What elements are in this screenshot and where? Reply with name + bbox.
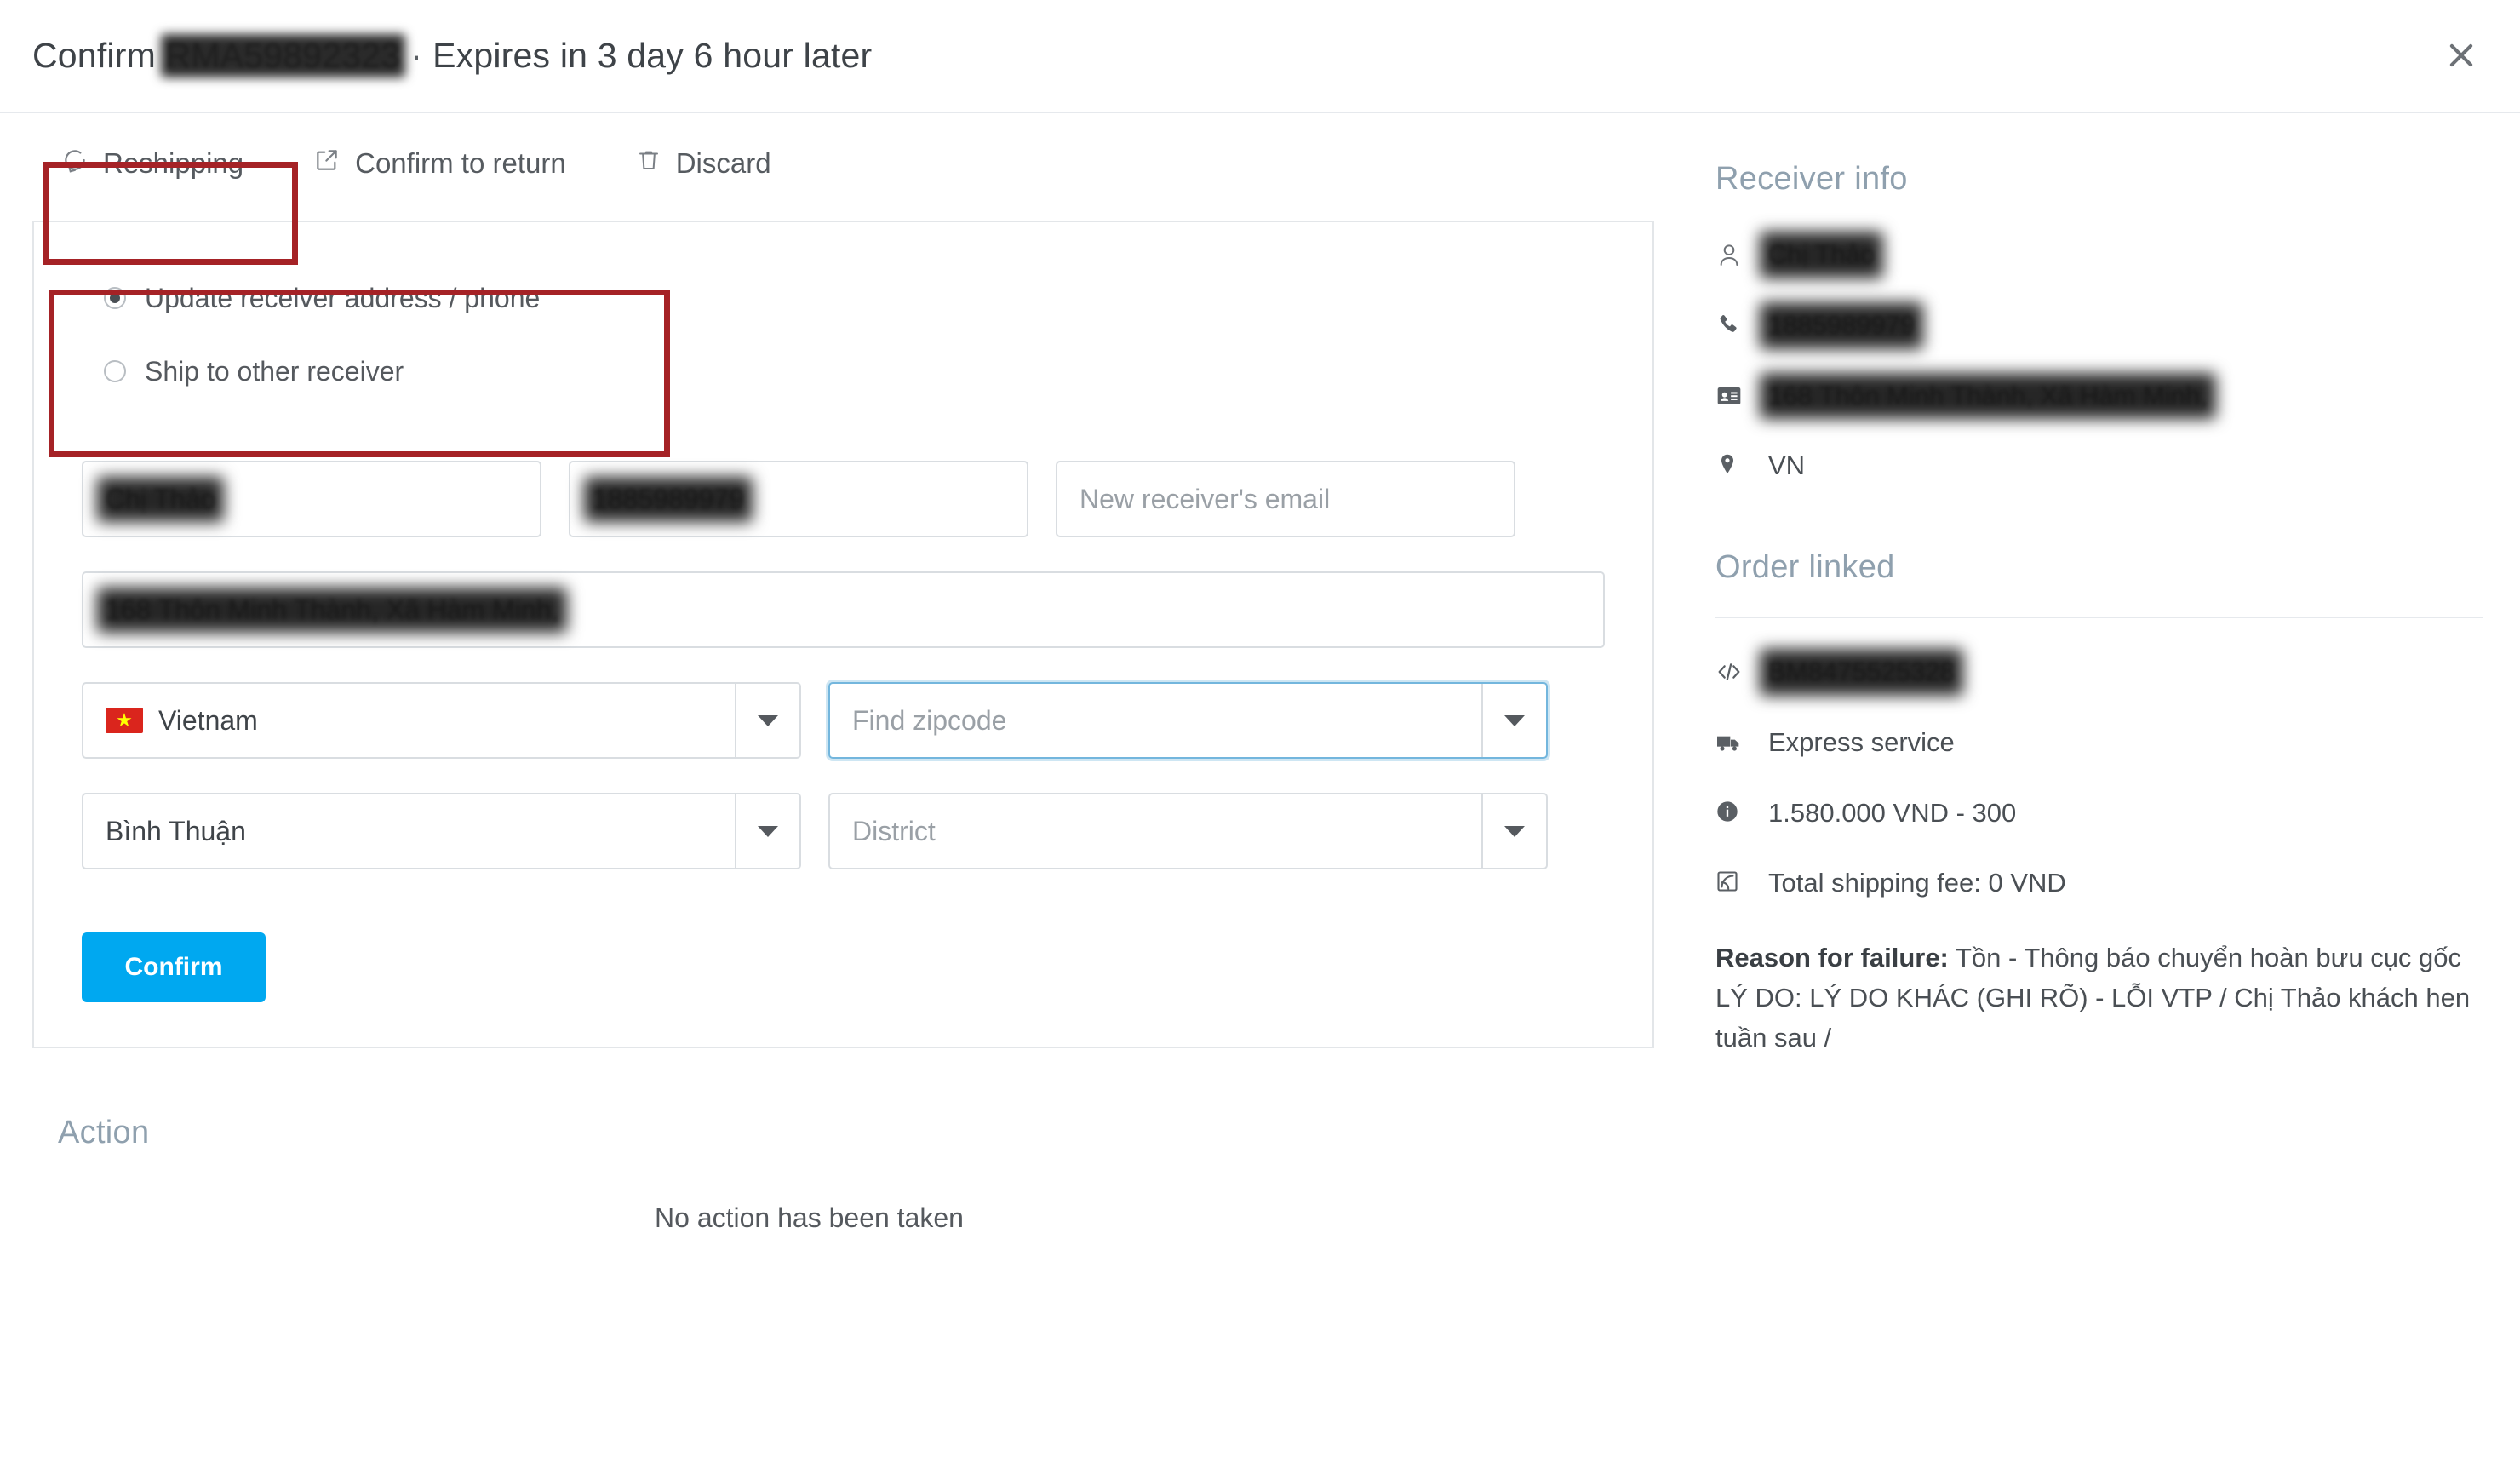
address-input[interactable]: 168 Thôn Minh Thành, Xã Hàm Minh,: [82, 571, 1605, 648]
order-linked-amount-row: 1.580.000 VND - 300: [1715, 797, 2483, 830]
form-row-country-zipcode: ★ Vietnam Find zipcode: [82, 682, 1605, 759]
modal-body: Reshipping Confirm to return Discard Upd…: [0, 113, 2520, 1234]
radio-label: Ship to other receiver: [145, 355, 404, 387]
receiver-info-name-row: Chị Thảo: [1715, 238, 2483, 272]
order-linked-service-row: Express service: [1715, 726, 2483, 760]
country-select-value-wrap: ★ Vietnam: [83, 684, 735, 757]
toolbar-item-reshipping[interactable]: Reshipping: [56, 138, 249, 189]
receiver-name-input[interactable]: Chị Thảo: [82, 461, 541, 537]
radio-update-receiver[interactable]: Update receiver address / phone: [104, 272, 1605, 324]
receiver-info-country-row: VN: [1715, 450, 2483, 483]
toolbar-item-label: Discard: [675, 147, 771, 179]
reshipping-form-panel: Update receiver address / phone Ship to …: [32, 221, 1654, 1048]
toolbar-item-label: Confirm to return: [355, 147, 566, 179]
order-linked-shipping-fee-value: Total shipping fee: 0 VND: [1768, 868, 2066, 898]
map-pin-icon: [1715, 450, 1750, 476]
receiver-phone-redacted: 1885989979: [593, 483, 744, 514]
radio-indicator: [104, 287, 126, 309]
toolbar-item-confirm-to-return[interactable]: Confirm to return: [308, 138, 571, 189]
country-select[interactable]: ★ Vietnam: [82, 682, 801, 759]
toolbar-item-label: Reshipping: [103, 147, 244, 179]
shipping-mode-radio-group: Update receiver address / phone Ship to …: [82, 272, 1605, 398]
vn-flag-icon: ★: [106, 708, 143, 733]
toolbar-item-discard[interactable]: Discard: [631, 139, 776, 188]
order-linked-service-value: Express service: [1768, 726, 1955, 757]
action-section-title: Action: [58, 1115, 150, 1150]
rma-code-redacted: RMA59892323: [165, 36, 401, 75]
rss-icon: [1715, 867, 1750, 893]
receiver-info-title: Receiver info: [1715, 161, 1908, 197]
receiver-info-name-redacted: Chị Thảo: [1768, 238, 1875, 272]
order-linked-code-row: BM8475525328: [1715, 656, 2483, 689]
receiver-email-input[interactable]: New receiver's email: [1056, 461, 1515, 537]
title-prefix: Confirm: [32, 36, 156, 75]
form-row-contact: Chị Thảo 1885989979 New receiver's email: [82, 461, 1605, 537]
radio-label: Update receiver address / phone: [145, 282, 541, 313]
left-column: Reshipping Confirm to return Discard Upd…: [32, 113, 1654, 1234]
form-row-province-district: Bình Thuận District: [82, 793, 1605, 869]
receiver-email-placeholder: New receiver's email: [1080, 483, 1331, 514]
user-icon: [1715, 238, 1750, 268]
province-select[interactable]: Bình Thuận: [82, 793, 801, 869]
failure-reason-block: Reason for failure: Tồn - Thông báo chuy…: [1715, 938, 2483, 1058]
expiry-text: Expires in 3 day 6 hour later: [432, 36, 873, 75]
country-select-value: Vietnam: [158, 704, 258, 736]
chevron-down-icon[interactable]: [735, 684, 799, 757]
receiver-name-redacted: Chị Thảo: [106, 483, 216, 514]
order-linked-divider: [1715, 617, 2483, 618]
code-icon: [1715, 656, 1750, 686]
radio-ship-other-receiver[interactable]: Ship to other receiver: [104, 345, 1605, 398]
chevron-down-icon[interactable]: [1481, 794, 1546, 868]
info-icon: [1715, 797, 1750, 823]
phone-icon: [1715, 309, 1750, 337]
confirm-button[interactable]: Confirm: [82, 932, 266, 1002]
title-separator: ·: [410, 36, 423, 75]
district-select[interactable]: District: [828, 793, 1548, 869]
trash-icon: [636, 147, 662, 180]
radio-indicator: [104, 360, 126, 382]
district-select-placeholder: District: [852, 815, 936, 846]
action-empty-text: No action has been taken: [655, 1202, 964, 1233]
right-sidebar: Receiver info Chị Thảo 1885989979 168 Th…: [1654, 113, 2483, 1234]
modal-header: Confirm RMA59892323 · Expires in 3 day 6…: [0, 0, 2520, 113]
chevron-down-icon[interactable]: [735, 794, 799, 868]
address-redacted: 168 Thôn Minh Thành, Xã Hàm Minh,: [106, 594, 559, 625]
order-linked-amount-value: 1.580.000 VND - 300: [1768, 797, 2017, 828]
receiver-info-address-redacted: 168 Thôn Minh Thành, Xã Hàm Minh,: [1768, 380, 2208, 413]
receiver-info-country-value: VN: [1768, 450, 1806, 481]
address-card-icon: [1715, 380, 1750, 410]
page-title: Confirm RMA59892323 · Expires in 3 day 6…: [32, 36, 872, 76]
action-section: Action No action has been taken: [32, 1115, 1654, 1234]
receiver-phone-input[interactable]: 1885989979: [569, 461, 1028, 537]
receiver-info-phone-redacted: 1885989979: [1768, 309, 1915, 342]
close-icon[interactable]: [2437, 31, 2486, 80]
receiver-info-address-row: 168 Thôn Minh Thành, Xã Hàm Minh,: [1715, 380, 2483, 413]
receiver-info-phone-row: 1885989979: [1715, 309, 2483, 342]
truck-icon: [1715, 726, 1750, 756]
province-select-value: Bình Thuận: [106, 815, 246, 846]
form-row-address: 168 Thôn Minh Thành, Xã Hàm Minh,: [82, 571, 1605, 648]
zipcode-select[interactable]: Find zipcode: [828, 682, 1548, 759]
chevron-down-icon[interactable]: [1481, 684, 1546, 757]
order-linked-code-redacted[interactable]: BM8475525328: [1768, 656, 1955, 689]
zipcode-select-placeholder: Find zipcode: [852, 704, 1007, 736]
failure-reason-label: Reason for failure:: [1715, 943, 1949, 972]
order-linked-shipping-fee-row: Total shipping fee: 0 VND: [1715, 867, 2483, 900]
action-toolbar: Reshipping Confirm to return Discard: [32, 113, 1654, 214]
external-link-icon: [313, 146, 341, 181]
order-linked-title: Order linked: [1715, 549, 1895, 585]
reshipping-icon: [61, 146, 89, 181]
